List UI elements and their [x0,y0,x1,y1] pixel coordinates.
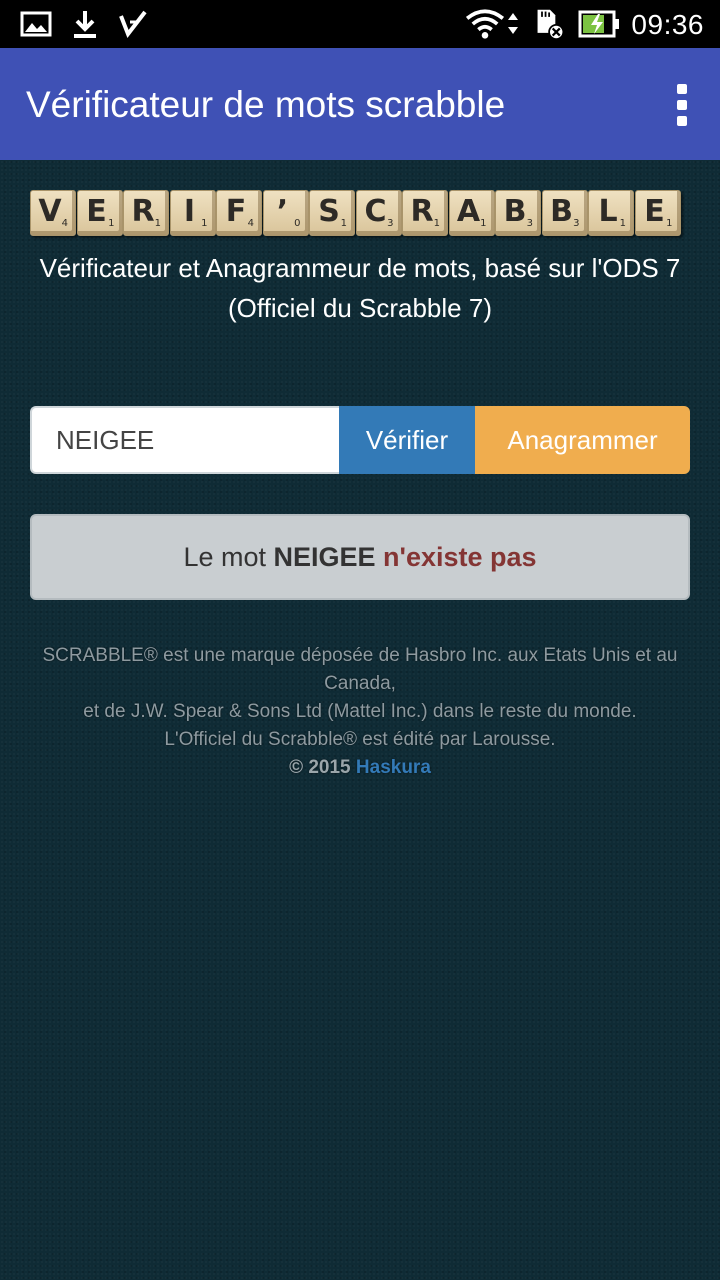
letter-tile: A1 [448,190,495,236]
tile-points: 1 [201,218,208,229]
letter-tile: R1 [123,190,169,236]
footer-copyright: © 2015 Haskura [20,754,700,782]
more-vert-icon[interactable] [670,80,694,130]
letter-tile: E1 [634,190,681,236]
letter-tile: R1 [402,190,448,236]
tile-points: 1 [108,218,115,229]
author-link[interactable]: Haskura [356,757,431,778]
search-row: Vérifier Anagrammer [30,406,690,474]
battery-charging-icon [578,10,619,38]
letter-tile: ’ 0 [262,190,309,236]
checkmark-app-icon [119,10,147,39]
tile-points: 4 [61,218,68,229]
tile-points: 1 [619,218,626,229]
letter-tile: L1 [588,190,634,236]
status-time: 09:36 [631,9,704,40]
signal-arrows-icon [508,13,518,34]
wifi-icon [465,9,505,39]
footer: SCRABBLE® est une marque déposée de Hasb… [20,642,700,782]
tile-points: 4 [247,218,254,229]
letter-tile: I1 [169,190,216,236]
word-input[interactable] [30,406,339,474]
verify-button[interactable]: Vérifier [339,406,475,474]
tile-points: 1 [480,218,487,229]
anagram-button[interactable]: Anagrammer [475,406,690,474]
letter-tile: C3 [355,190,402,236]
tile-points: 3 [573,218,580,229]
letter-tile: E1 [76,190,123,236]
letter-tile: F4 [216,190,262,236]
footer-larousse-line: L'Officiel du Scrabble® est édité par La… [164,729,556,750]
app-bar: Vérificateur de mots scrabble [0,48,720,160]
copyright-text: © 2015 [289,757,351,778]
download-icon [74,11,96,38]
image-icon [20,11,52,37]
status-bar: 09:36 [0,0,720,48]
result-verdict: n'existe pas [383,542,537,572]
result-box: Le mot NEIGEE n'existe pas [30,514,690,600]
tile-points: 3 [387,218,394,229]
tile-points: 3 [526,218,533,229]
tile-points: 1 [154,218,161,229]
sd-card-icon [537,9,565,40]
letter-tile: B3 [541,190,588,236]
app-title: Vérificateur de mots scrabble [26,84,506,125]
tile-points: 1 [666,218,673,229]
tile-points: 1 [433,218,440,229]
subtitle: Vérificateur et Anagrammeur de mots, bas… [39,253,681,323]
letter-tile: V4 [30,190,76,236]
footer-trademark-line: SCRABBLE® est une marque déposée de Hasb… [42,645,678,694]
tile-points: 0 [294,218,301,229]
result-prefix: Le mot [183,542,266,572]
letter-tile: B3 [495,190,541,236]
tile-points: 1 [340,218,347,229]
letter-tile: S1 [309,190,355,236]
footer-spear-line: et de J.W. Spear & Sons Ltd (Mattel Inc.… [83,701,637,722]
result-word: NEIGEE [273,542,376,572]
scrabble-logo: V 4 E 1 R 1 I 1 F 4’ 0 S 1 C 3 R 1 A 1 B 3 B 3 L 1 E 1 [30,190,681,238]
